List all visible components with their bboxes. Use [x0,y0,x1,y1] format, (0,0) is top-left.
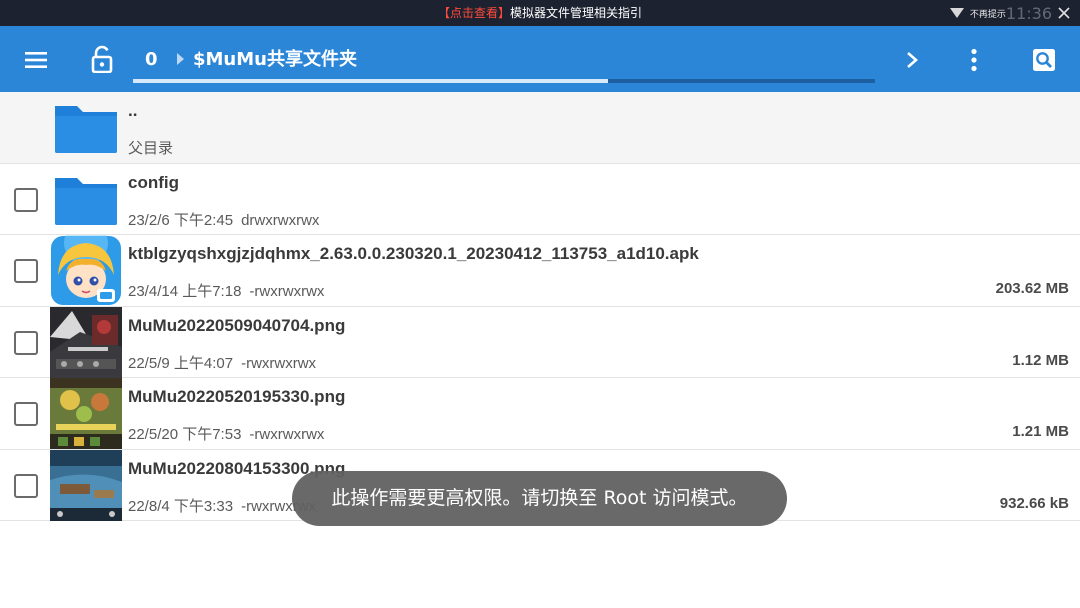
file-size: 203.62 MB [995,280,1069,297]
select-checkbox[interactable] [14,330,38,355]
file-date: 22/8/4 下午3:33 [128,497,234,515]
more-options-icon[interactable] [960,46,988,74]
breadcrumb-root[interactable]: 0 [145,46,158,74]
file-name: MuMu20220520195330.png [128,387,346,406]
file-name: config [128,172,179,192]
guide-notice[interactable]: 【点击查看】模拟器文件管理相关指引 [0,0,1080,26]
file-name: ktblgzyqshxgjzjdqhmx_2.63.0.0.230320.1_2… [128,244,699,263]
file-date: 22/5/9 上午4:07 [128,354,234,372]
file-date: 父目录 [128,140,174,157]
file-list: .. 父目录 config 23/2/6 下午2:45 drwxrwxrwx k… [0,92,1080,521]
select-checkbox[interactable] [14,473,38,498]
file-meta: 22/5/20 下午7:53 -rwxrwxrwx [128,423,324,444]
notice-text[interactable]: 模拟器文件管理相关指引 [510,6,642,20]
file-meta: 23/2/6 下午2:45 drwxrwxrwx [128,209,319,230]
file-date: 23/4/14 上午7:18 [128,283,242,300]
clock: 11:36 [1005,3,1052,23]
app-icon [50,235,122,306]
search-icon[interactable] [1028,44,1060,76]
list-item[interactable]: config 23/2/6 下午2:45 drwxrwxrwx [0,163,1080,235]
file-name: .. [128,101,138,120]
list-item[interactable]: MuMu20220520195330.png 22/5/20 下午7:53 -rw… [0,378,1080,450]
dismiss-label[interactable]: 不再提示 [970,7,1006,20]
file-permissions: -rwxrwxrwx [241,354,317,372]
image-thumbnail [50,378,122,449]
status-right: 不再提示 11:36 [949,0,1070,26]
file-date: 22/5/20 下午7:53 [128,426,242,443]
unlock-icon[interactable] [86,43,118,75]
image-thumbnail [50,306,122,378]
list-item[interactable]: ktblgzyqshxgjzjdqhmx_2.63.0.0.230320.1_2… [0,235,1080,307]
file-date: 23/2/6 下午2:45 [128,211,234,229]
menu-icon[interactable] [20,44,52,76]
breadcrumb-scrollbar [133,79,875,83]
notice-tag[interactable]: 【点击查看】 [438,6,510,20]
folder-icon [50,92,122,163]
image-thumbnail [50,449,122,521]
select-checkbox[interactable] [14,402,38,426]
file-meta: 22/5/9 上午4:07 -rwxrwxrwx [128,352,316,373]
close-icon[interactable] [1058,7,1070,19]
select-checkbox[interactable] [14,187,38,212]
file-meta: 父目录 [128,137,173,158]
file-size: 1.21 MB [1012,423,1069,440]
file-permissions: -rwxrwxrwx [249,283,325,300]
list-item-parent[interactable]: .. 父目录 [0,92,1080,164]
list-item[interactable]: MuMu20220509040704.png 22/5/9 上午4:07 -rwx… [0,306,1080,378]
folder-icon [50,164,122,235]
toast-message: 此操作需要更高权限。请切换至 Root 访问模式。 [292,471,787,526]
chevron-right-icon[interactable] [900,48,924,72]
breadcrumb-chevron-icon [177,53,184,65]
select-checkbox[interactable] [14,259,38,283]
file-size: 1.12 MB [1012,351,1069,369]
breadcrumb-scroll-progress [133,79,608,83]
file-meta: 22/8/4 下午3:33 -rwxrwxrwx [128,495,316,516]
file-size: 932.66 kB [999,494,1069,512]
file-permissions: drwxrwxrwx [241,211,320,229]
file-name: MuMu20220509040704.png [128,315,346,335]
file-meta: 23/4/14 上午7:18 -rwxrwxrwx [128,280,324,301]
status-bar: 【点击查看】模拟器文件管理相关指引 不再提示 11:36 [0,0,1080,26]
toolbar: 0 $MuMu共享文件夹 [0,26,1080,92]
file-permissions: -rwxrwxrwx [249,426,325,443]
breadcrumb-path[interactable]: $MuMu共享文件夹 [193,46,357,74]
wifi-icon [949,8,964,18]
